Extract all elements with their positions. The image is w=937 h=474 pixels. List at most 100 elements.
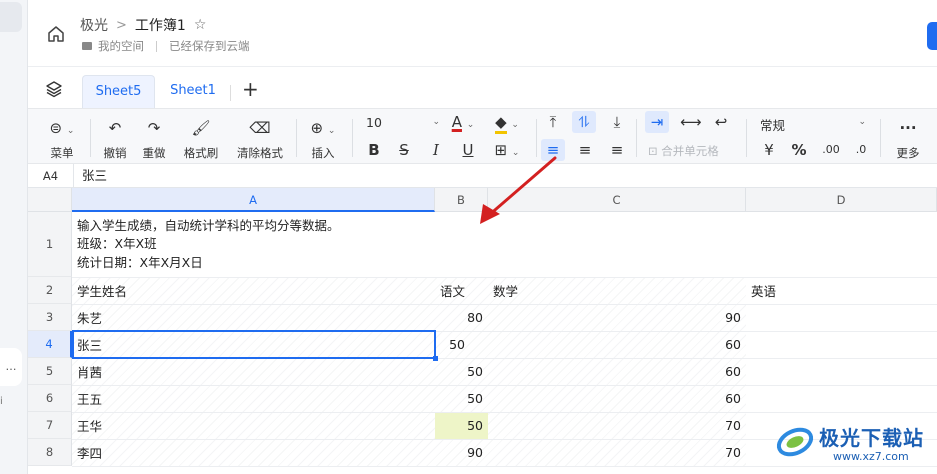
tab-sheet1[interactable]: Sheet1 [162, 75, 224, 109]
cell-reference-box[interactable]: A4 [28, 164, 74, 188]
border-button[interactable]: ⊞ ⌄ [492, 141, 522, 162]
text-wrap-icon[interactable]: ↩ [712, 113, 730, 131]
clear-format-label: 清除格式 [237, 146, 283, 160]
spreadsheet-app: 极光 > 工作簿1 ☆ 我的空间 已经保存到云端 Sheet5 Sheet1 +… [28, 0, 937, 474]
table-row-name[interactable]: 肖茜 [72, 358, 435, 385]
table-row-chinese[interactable]: 90 [435, 439, 488, 466]
breadcrumb-root[interactable]: 极光 [80, 15, 108, 35]
select-all-corner[interactable] [28, 188, 72, 212]
formula-input[interactable]: 张三 [82, 164, 107, 188]
watermark-brand: 极光下载站 [819, 426, 924, 450]
cell-header-english[interactable]: 英语 [746, 277, 937, 304]
document-location[interactable]: 我的空间 [98, 38, 144, 54]
table-row-chinese[interactable]: 50 [435, 412, 488, 439]
strikethrough-icon[interactable]: S [396, 141, 412, 159]
column-header-c[interactable]: C [488, 188, 746, 212]
fill-handle[interactable] [433, 356, 438, 361]
align-bottom-icon[interactable]: ⤓ [608, 113, 626, 131]
format-painter-button[interactable]: 🖌︎ 格式刷 [180, 119, 222, 161]
table-row-chinese[interactable]: 50 [435, 331, 470, 358]
divider [636, 119, 637, 157]
underline-icon[interactable]: U [460, 141, 476, 159]
align-right-icon[interactable]: ≡ [608, 141, 626, 159]
row-header-6[interactable]: 6 [28, 385, 72, 412]
column-header-d[interactable]: D [746, 188, 937, 212]
column-header-a[interactable]: A [72, 188, 435, 212]
menu-label: 菜单 [50, 146, 74, 160]
divider [352, 119, 353, 157]
title-bar: 极光 > 工作簿1 ☆ 我的空间 已经保存到云端 [28, 0, 937, 66]
table-row-name[interactable]: 王五 [72, 385, 435, 412]
cell-header-math[interactable]: 数学 [488, 277, 746, 304]
tab-sheet5[interactable]: Sheet5 [82, 75, 155, 109]
more-button[interactable]: ··· 更多 [892, 119, 924, 161]
table-row-math[interactable]: 90 [488, 304, 746, 331]
text-overflow-icon[interactable]: ⇥ [648, 113, 666, 131]
cell-a1-line2[interactable]: 班级：X年X班 [72, 233, 162, 251]
sidebar-info-icon[interactable]: i [0, 396, 3, 407]
row-header-5[interactable]: 5 [28, 358, 72, 385]
merge-cells-label: 合并单元格 [661, 144, 719, 158]
percent-icon[interactable]: % [790, 141, 808, 159]
row-header-2[interactable]: 2 [28, 277, 72, 304]
align-middle-icon[interactable]: ⥮ [575, 113, 593, 131]
row-header-4[interactable]: 4 [28, 331, 72, 358]
clear-format-button[interactable]: ⌫ 清除格式 [232, 119, 288, 161]
merge-cells-button[interactable]: ⊡ 合并单元格 [648, 143, 738, 159]
sidebar-collapsed-item[interactable]: … [0, 348, 22, 386]
cell-header-name[interactable]: 学生姓名 [72, 277, 435, 304]
decrease-decimal-icon[interactable]: .0 [852, 141, 870, 159]
table-row-math[interactable]: 70 [488, 412, 746, 439]
share-button[interactable] [927, 22, 937, 50]
row-header-1[interactable]: 1 [28, 212, 72, 277]
align-left-icon[interactable]: ≡ [544, 141, 562, 159]
italic-icon[interactable]: I [428, 141, 444, 159]
formula-bar: A4 张三 [28, 164, 937, 188]
table-row-math[interactable]: 60 [488, 331, 746, 358]
currency-icon[interactable]: ¥ [760, 141, 778, 159]
row-header-8[interactable]: 8 [28, 439, 72, 466]
row-header-3[interactable]: 3 [28, 304, 72, 331]
cell-a1-line3[interactable]: 统计日期：X年X月X日 [72, 251, 208, 271]
ellipsis-icon: ··· [899, 119, 917, 137]
undo-button[interactable]: ↶ 撤销 [100, 119, 130, 161]
table-row-math[interactable]: 60 [488, 358, 746, 385]
column-header-b[interactable]: B [435, 188, 488, 212]
watermark-url: www.xz7.com [833, 450, 909, 463]
table-row-math[interactable]: 70 [488, 439, 746, 466]
cell-header-chinese[interactable]: 语文 [435, 277, 488, 304]
cell-a1-line1[interactable]: 输入学生成绩，自动统计学科的平均分等数据。 [72, 215, 345, 233]
table-row-name[interactable]: 王华 [72, 412, 435, 439]
eraser-icon: ⌫ [249, 119, 271, 137]
font-color-button[interactable]: A ⌄ [448, 113, 478, 134]
active-cell-selection[interactable] [72, 330, 436, 359]
layers-icon[interactable] [44, 79, 64, 99]
star-icon[interactable]: ☆ [194, 17, 207, 33]
number-format-select[interactable]: 常规 ⌄ [760, 115, 866, 134]
add-sheet-button[interactable]: + [242, 79, 259, 99]
table-row-name[interactable]: 李四 [72, 439, 435, 466]
table-row-chinese[interactable]: 80 [398, 304, 488, 331]
chevron-down-icon: ⌄ [432, 117, 440, 127]
table-row-math[interactable]: 60 [488, 385, 746, 412]
sidebar-tab[interactable] [0, 2, 22, 32]
home-icon[interactable] [44, 22, 68, 46]
menu-button[interactable]: ⊜ ⌄ 菜单 [42, 119, 82, 161]
increase-decimal-icon[interactable]: .00 [820, 141, 842, 159]
align-top-icon[interactable]: ⤒ [544, 113, 562, 131]
font-size-select[interactable]: 10 ⌄ [366, 115, 440, 130]
sheet-tab-bar: Sheet5 Sheet1 + [28, 66, 937, 109]
align-center-icon[interactable]: ≡ [576, 141, 594, 159]
bold-icon[interactable]: B [366, 141, 382, 159]
fill-color-button[interactable]: ◆ ⌄ [492, 113, 522, 134]
document-status-line: 我的空间 已经保存到云端 [82, 38, 250, 54]
divider [156, 40, 157, 52]
document-title[interactable]: 工作簿1 [135, 15, 186, 35]
table-row-chinese[interactable]: 50 [435, 385, 488, 412]
insert-button[interactable]: ⊕ ⌄ 插入 [304, 119, 342, 161]
row-header-7[interactable]: 7 [28, 412, 72, 439]
table-row-chinese[interactable]: 50 [435, 358, 488, 385]
table-row-name[interactable]: 朱艺 [72, 304, 435, 331]
redo-button[interactable]: ↷ 重做 [138, 119, 170, 161]
text-clip-icon[interactable]: ⟷ [680, 113, 702, 131]
